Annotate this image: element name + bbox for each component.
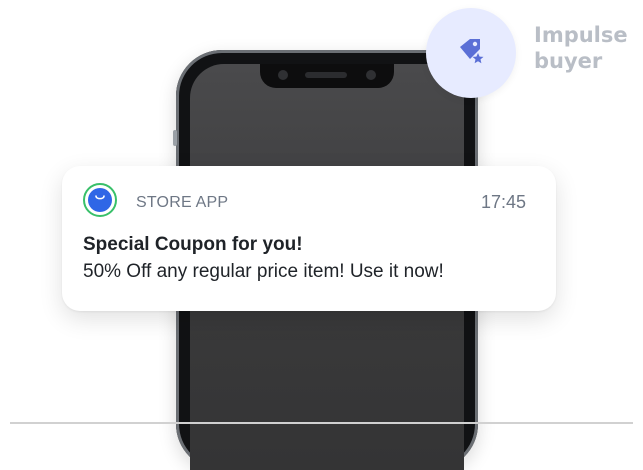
app-name: STORE APP [136,194,229,211]
phone-notch [260,64,394,88]
persona-badge [426,8,516,98]
notification-body: 50% Off any regular price item! Use it n… [83,261,444,282]
phone-mute-switch [173,130,177,146]
shopping-bag-icon [88,188,112,212]
notification-title: Special Coupon for you! [83,234,303,255]
divider-line [10,422,633,424]
speaker-icon [305,72,347,78]
sensor-icon [366,70,376,80]
persona-label-line1: Impulse [534,23,628,47]
camera-icon [278,70,288,80]
persona-label-line2: buyer [534,49,603,74]
notification-time: 17:45 [480,192,526,212]
tag-star-icon [460,39,484,64]
push-notification[interactable]: STORE APP 17:45 Special Coupon for you! … [62,166,556,311]
persona-label: Impulse buyer [534,22,643,75]
app-icon [83,183,117,217]
